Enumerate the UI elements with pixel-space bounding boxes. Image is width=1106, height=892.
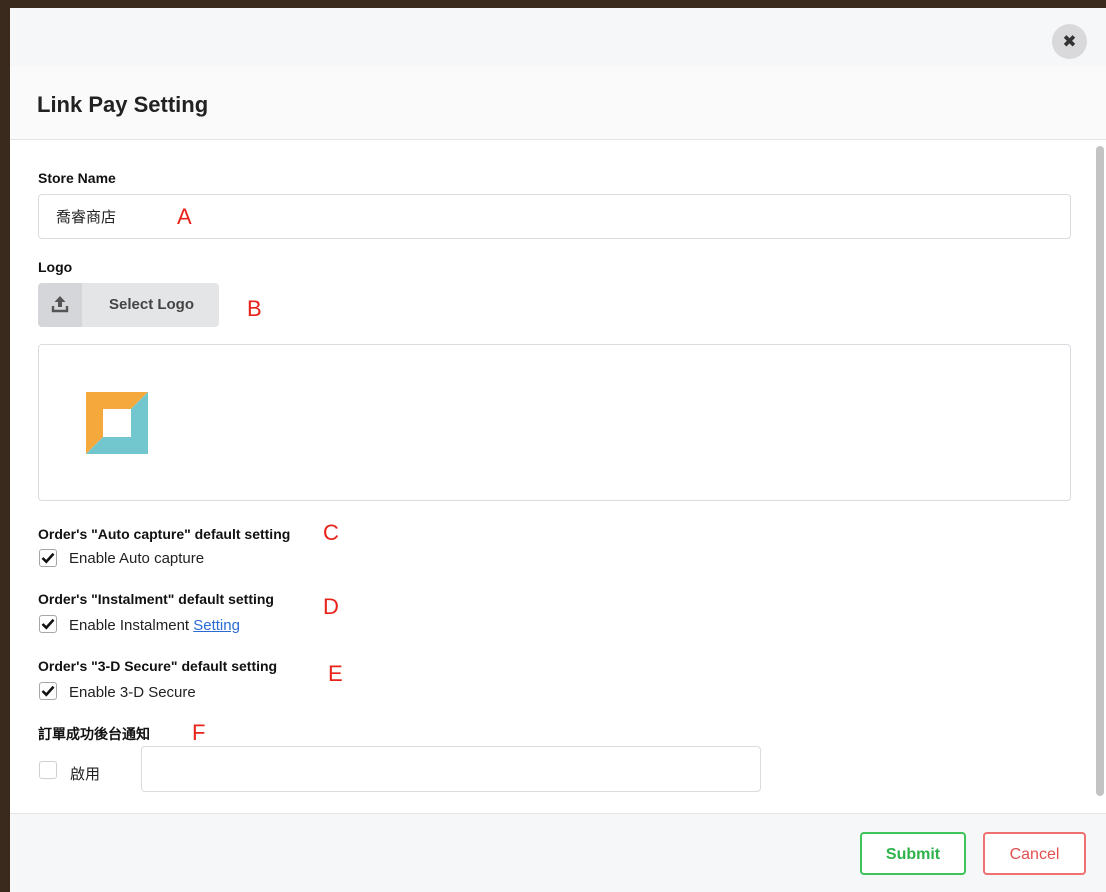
notification-enable-checkbox[interactable]	[39, 761, 57, 779]
close-icon[interactable]: ✖	[1052, 24, 1087, 59]
instalment-label-text: Enable Instalment	[69, 617, 190, 634]
check-icon	[41, 618, 55, 630]
upload-icon	[38, 283, 82, 327]
marker-b: B	[247, 296, 262, 321]
marker-d: D	[323, 594, 339, 619]
three-d-secure-heading: Order's "3-D Secure" default setting	[38, 658, 278, 674]
instalment-heading: Order's "Instalment" default setting	[38, 591, 274, 607]
instalment-label: Enable Instalment Setting	[69, 617, 240, 634]
auto-capture-label: Enable Auto capture	[69, 550, 205, 567]
marker-a: A	[177, 204, 192, 229]
instalment-setting-link[interactable]: Setting	[193, 617, 240, 634]
notification-enable-label: 啟用	[70, 766, 101, 783]
modal-header: Link Pay Setting	[10, 66, 1106, 140]
logo-label: Logo	[38, 259, 73, 275]
cancel-button[interactable]: Cancel	[983, 832, 1086, 875]
check-icon	[41, 685, 55, 697]
marker-e: E	[328, 661, 343, 686]
instalment-checkbox[interactable]	[39, 615, 57, 633]
link-pay-setting-modal: ✖ Link Pay Setting Store Name 喬睿商店 A Log…	[10, 8, 1106, 892]
logo-preview	[38, 344, 1071, 501]
select-logo-button[interactable]: Select Logo	[38, 283, 219, 327]
scrollbar[interactable]	[1096, 146, 1104, 796]
modal-title: Link Pay Setting	[37, 92, 209, 117]
modal-top-bar: ✖	[10, 8, 1106, 66]
notification-url-input[interactable]	[141, 746, 761, 792]
check-icon	[41, 552, 55, 564]
auto-capture-checkbox[interactable]	[39, 549, 57, 567]
notification-heading: 訂單成功後台通知	[38, 726, 150, 742]
marker-f: F	[192, 720, 206, 745]
marker-c: C	[323, 520, 339, 545]
store-name-value: 喬睿商店	[56, 209, 117, 226]
submit-button[interactable]: Submit	[860, 832, 966, 875]
auto-capture-heading: Order's "Auto capture" default setting	[38, 526, 291, 542]
three-d-secure-label: Enable 3-D Secure	[69, 684, 196, 701]
select-logo-label: Select Logo	[109, 296, 195, 313]
three-d-secure-checkbox[interactable]	[39, 682, 57, 700]
store-name-label: Store Name	[38, 170, 116, 186]
store-name-input[interactable]: 喬睿商店	[38, 194, 1071, 239]
store-logo-image	[86, 392, 148, 454]
